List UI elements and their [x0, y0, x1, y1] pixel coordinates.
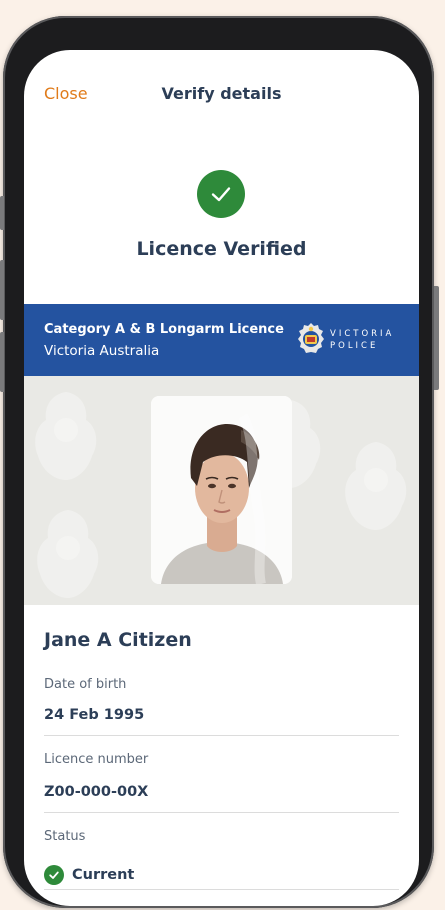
- field-status: Status Current: [44, 813, 399, 890]
- field-label: Status: [44, 829, 86, 844]
- licence-banner: Category A & B Longarm Licence Victoria …: [24, 304, 419, 376]
- field-value: 24 Feb 1995: [44, 707, 145, 723]
- phone-frame: Close Verify details Licence Verified Ca…: [3, 16, 434, 908]
- page-title: Verify details: [161, 84, 282, 103]
- field-licence-number: Licence number Z00-000-00X: [44, 736, 399, 813]
- licence-details: Jane A Citizen Date of birth 24 Feb 1995…: [24, 605, 419, 890]
- verification-section: Licence Verified: [24, 140, 419, 304]
- field-date-of-birth: Date of birth 24 Feb 1995: [44, 675, 399, 736]
- licence-region: Victoria Australia: [44, 343, 160, 359]
- police-logo-text: VICTORIA POLICE: [330, 328, 394, 352]
- check-circle-icon: [197, 170, 245, 218]
- police-badge-icon: [298, 323, 324, 353]
- police-logo-line1: VICTORIA: [330, 329, 395, 339]
- portrait-image: [151, 396, 292, 584]
- field-value: Z00-000-00X: [44, 784, 149, 800]
- side-button: [0, 196, 4, 230]
- side-button: [0, 332, 4, 392]
- photo-section: [24, 376, 419, 605]
- field-label: Licence number: [44, 752, 149, 767]
- watermark-crest-icon: [345, 442, 407, 530]
- status-row: Current: [44, 851, 399, 889]
- verification-title: Licence Verified: [136, 238, 307, 260]
- holder-name: Jane A Citizen: [44, 629, 192, 651]
- status-value: Current: [72, 867, 135, 883]
- nav-bar: Close Verify details: [24, 50, 419, 140]
- licence-photo: [151, 396, 292, 584]
- watermark-crest-icon: [35, 392, 97, 480]
- app-screen: Close Verify details Licence Verified Ca…: [24, 50, 419, 906]
- police-logo-line2: POLICE: [330, 341, 379, 351]
- field-label: Date of birth: [44, 677, 127, 692]
- watermark-crest-icon: [37, 510, 99, 598]
- status-check-icon: [44, 865, 64, 885]
- side-button: [434, 286, 439, 390]
- side-button: [0, 260, 4, 320]
- licence-category: Category A & B Longarm Licence: [44, 322, 284, 337]
